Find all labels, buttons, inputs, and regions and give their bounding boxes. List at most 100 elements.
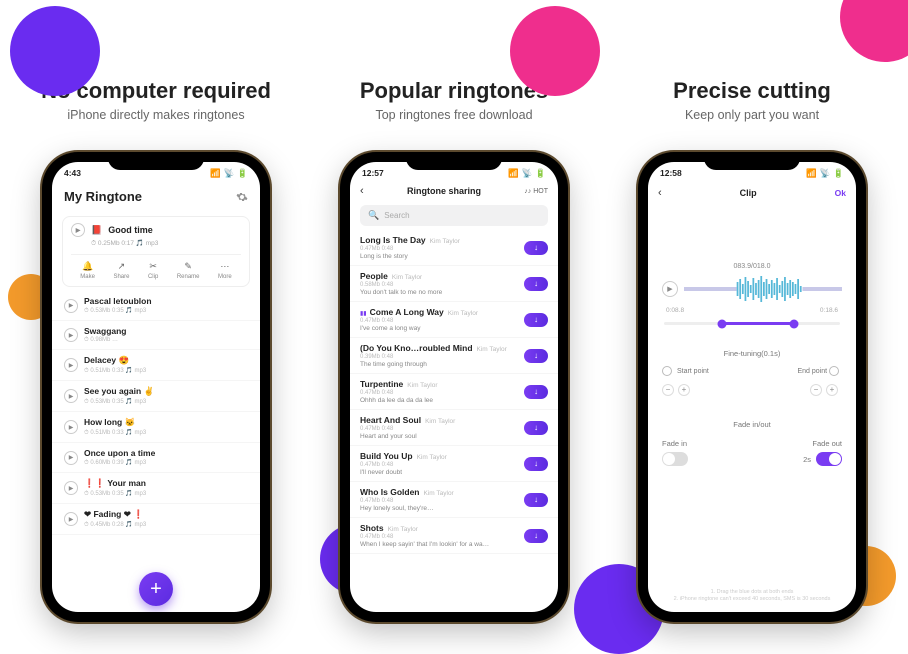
play-icon[interactable]: ▶ <box>64 451 78 465</box>
notch <box>406 152 502 170</box>
song-row[interactable]: ▮▮Come A Long WayKim Taylor0.47Mb 0:48I'… <box>350 302 558 338</box>
song-artist: Kim Taylor <box>388 526 418 533</box>
action-share[interactable]: ↗Share <box>113 261 129 280</box>
download-button[interactable]: ↓ <box>524 457 548 471</box>
ringtone-row[interactable]: ▶How long 🐱⏱ 0.51Mb 0:33 🎵 mp3 <box>52 412 260 443</box>
song-artist: Kim Taylor <box>448 310 478 317</box>
ringtone-meta: ⏱ 0.53Mb 0:35 🎵 mp3 <box>84 398 248 406</box>
download-button[interactable]: ↓ <box>524 277 548 291</box>
song-artist: Kim Taylor <box>430 238 460 245</box>
song-row[interactable]: Who Is GoldenKim Taylor0.47Mb 0:48Hey lo… <box>350 482 558 518</box>
waveform[interactable] <box>684 274 842 304</box>
start-point-stepper[interactable]: − + <box>662 384 690 396</box>
ringtone-title: Pascal letoublon <box>84 296 248 306</box>
song-meta: 0.47Mb 0:48 <box>360 246 524 252</box>
ringtone-title: ❤ Fading ❤ ❗ <box>84 509 248 520</box>
song-row[interactable]: Long Is The DayKim Taylor0.47Mb 0:48Long… <box>350 230 558 266</box>
song-title: Heart And Soul <box>360 415 421 425</box>
ringtone-row[interactable]: ▶Pascal letoublon⏱ 0.53Mb 0:35 🎵 mp3 <box>52 291 260 321</box>
song-row[interactable]: ShotsKim Taylor0.47Mb 0:48When I keep sa… <box>350 518 558 554</box>
song-row[interactable]: PeopleKim Taylor0.58Mb 0:48You don't tal… <box>350 266 558 302</box>
minus-icon[interactable]: − <box>662 384 674 396</box>
start-point-control[interactable]: Start point <box>662 366 709 376</box>
radio-icon <box>829 366 839 376</box>
end-point-stepper[interactable]: − + <box>810 384 838 396</box>
ok-button[interactable]: Ok <box>835 188 846 198</box>
fade-out-value: 2s <box>803 455 811 464</box>
range-slider[interactable] <box>664 322 840 325</box>
rename-icon: ✎ <box>177 261 200 272</box>
status-time: 12:57 <box>362 168 384 179</box>
song-row[interactable]: Heart And SoulKim Taylor0.47Mb 0:48Heart… <box>350 410 558 446</box>
back-icon[interactable]: ‹ <box>658 187 662 199</box>
panel1-subhead: iPhone directly makes ringtones <box>18 108 294 122</box>
decoration <box>10 6 100 96</box>
download-button[interactable]: ↓ <box>524 241 548 255</box>
ringtone-title: ❗❗ Your man <box>84 478 248 489</box>
song-meta: 0.39Mb 0:48 <box>360 354 524 360</box>
song-title: People <box>360 271 388 281</box>
ringtone-row[interactable]: ▶Swaggang⏱ 0.98Mb … <box>52 321 260 350</box>
hint-text: 1. Drag the blue dots at both ends 2. iP… <box>648 589 856 604</box>
download-button[interactable]: ↓ <box>524 421 548 435</box>
end-point-control[interactable]: End point <box>797 366 842 376</box>
play-icon[interactable]: ▶ <box>71 223 85 237</box>
play-icon[interactable]: ▶ <box>64 481 78 495</box>
back-icon[interactable]: ‹ <box>360 185 364 197</box>
settings-icon[interactable] <box>236 191 248 203</box>
song-lyric: Ohhh da lee da da da lee <box>360 397 505 404</box>
panel2-subhead: Top ringtones free download <box>316 108 592 122</box>
featured-title: Good time <box>108 225 153 235</box>
ringtone-row[interactable]: ▶ ❤ Fading ❤ ❗⏱ 0.45Mb 0:28 🎵 mp3 <box>52 504 260 535</box>
song-artist: Kim Taylor <box>424 490 454 497</box>
phone-frame: 4:43 📶📡🔋 My Ringtone ▶ 📕 Good time ⏱ 0.2… <box>42 152 270 622</box>
play-icon[interactable]: ▶ <box>64 328 78 342</box>
song-title: Who Is Golden <box>360 487 420 497</box>
song-row[interactable]: Build You UpKim Taylor0.47Mb 0:48I'll ne… <box>350 446 558 482</box>
ringtone-row[interactable]: ▶Delacey 😍⏱ 0.51Mb 0:33 🎵 mp3 <box>52 350 260 381</box>
ringtone-title: Once upon a time <box>84 448 248 458</box>
action-rename[interactable]: ✎Rename <box>177 261 200 280</box>
slider-handle-end[interactable] <box>790 319 799 328</box>
action-more[interactable]: ⋯More <box>218 261 232 280</box>
play-icon[interactable]: ▶ <box>64 512 78 526</box>
download-button[interactable]: ↓ <box>524 529 548 543</box>
status-icons: 📶📡🔋 <box>803 168 844 179</box>
download-button[interactable]: ↓ <box>524 349 548 363</box>
ringtone-meta: ⏱ 0.45Mb 0:28 🎵 mp3 <box>84 521 248 529</box>
add-button[interactable]: + <box>139 572 173 606</box>
ringtone-title: Swaggang <box>84 326 248 336</box>
action-clip[interactable]: ✂Clip <box>148 261 158 280</box>
play-icon[interactable]: ▶ <box>64 420 78 434</box>
ringtone-row[interactable]: ▶See you again ✌⏱ 0.53Mb 0:35 🎵 mp3 <box>52 381 260 412</box>
song-lyric: The time going through <box>360 361 505 368</box>
ringtone-title: Delacey 😍 <box>84 355 248 366</box>
nav-title: Clip <box>740 188 757 198</box>
play-icon[interactable]: ▶ <box>64 358 78 372</box>
hot-button[interactable]: ♪♪ HOT <box>524 188 548 195</box>
song-row[interactable]: (Do You Kno…roubled MindKim Taylor0.39Mb… <box>350 338 558 374</box>
search-input[interactable]: 🔍 Search <box>360 205 548 226</box>
plus-icon[interactable]: + <box>826 384 838 396</box>
song-title: Turpentine <box>360 379 403 389</box>
status-time: 4:43 <box>64 168 81 179</box>
ringtone-row[interactable]: ▶Once upon a time⏱ 0.60Mb 0:39 🎵 mp3 <box>52 443 260 473</box>
play-icon[interactable]: ▶ <box>662 281 678 297</box>
ringtone-row[interactable]: ▶❗❗ Your man⏱ 0.53Mb 0:35 🎵 mp3 <box>52 473 260 504</box>
song-meta: 0.47Mb 0:48 <box>360 534 524 540</box>
play-icon[interactable]: ▶ <box>64 389 78 403</box>
download-button[interactable]: ↓ <box>524 493 548 507</box>
play-icon[interactable]: ▶ <box>64 299 78 313</box>
fade-section-label: Fade in/out <box>648 420 856 429</box>
plus-icon[interactable]: + <box>678 384 690 396</box>
minus-icon[interactable]: − <box>810 384 822 396</box>
action-make[interactable]: 🔔Make <box>80 261 95 280</box>
download-button[interactable]: ↓ <box>524 313 548 327</box>
featured-ringtone-card[interactable]: ▶ 📕 Good time ⏱ 0.25Mb 0:17 🎵 mp3 🔔Make↗… <box>62 216 250 287</box>
search-placeholder: Search <box>384 211 409 220</box>
fade-out-toggle[interactable] <box>816 452 842 466</box>
fade-in-toggle[interactable] <box>662 452 688 466</box>
download-button[interactable]: ↓ <box>524 385 548 399</box>
song-row[interactable]: TurpentineKim Taylor0.47Mb 0:48Ohhh da l… <box>350 374 558 410</box>
slider-handle-start[interactable] <box>718 319 727 328</box>
